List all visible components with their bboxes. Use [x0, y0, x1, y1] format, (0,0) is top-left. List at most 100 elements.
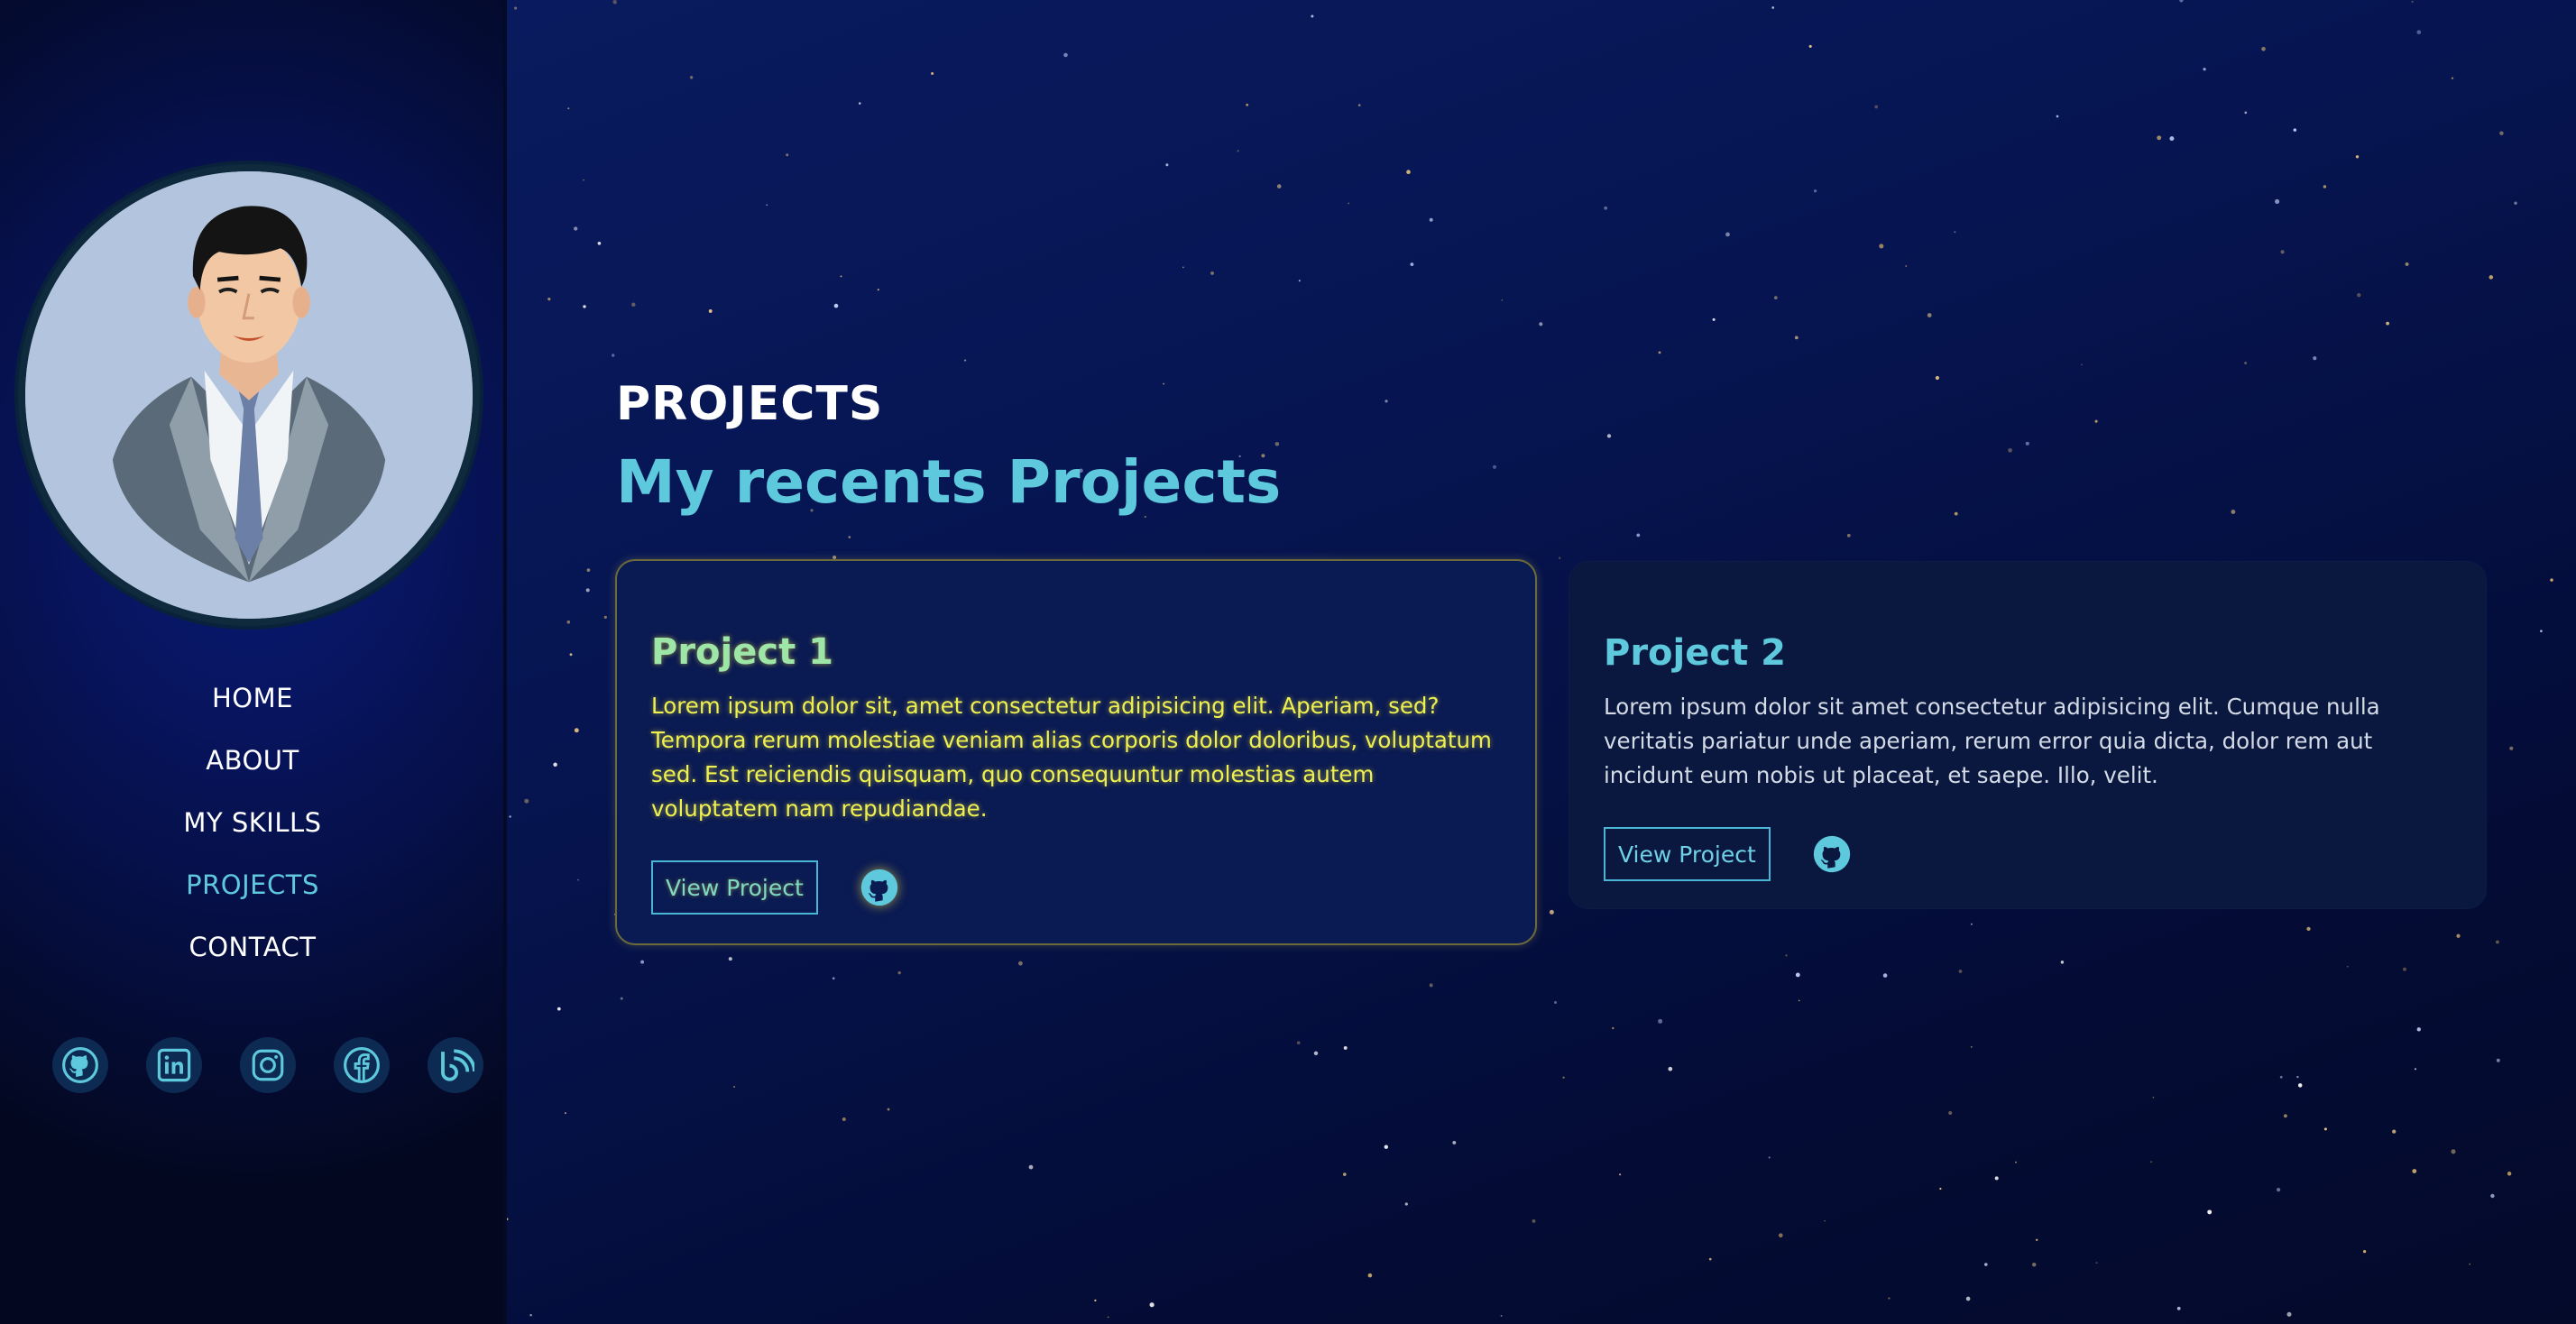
main-nav: HOME ABOUT MY SKILLS PROJECTS CONTACT	[0, 667, 505, 979]
star	[689, 76, 694, 79]
star	[708, 308, 713, 313]
star	[2150, 1161, 2153, 1163]
project-actions: View Project	[1604, 827, 2452, 881]
projects-section: PROJECTS My recents Projects Project 1 L…	[507, 0, 2576, 1324]
blog-link[interactable]	[428, 1037, 483, 1093]
star	[1994, 1176, 1999, 1181]
star	[931, 71, 934, 76]
star	[2416, 30, 2422, 35]
star	[1954, 231, 1956, 234]
avatar	[18, 164, 480, 626]
star	[2347, 965, 2349, 968]
star	[1539, 322, 1543, 326]
star	[2489, 275, 2494, 280]
view-project-button[interactable]: View Project	[1604, 827, 1771, 881]
star	[1927, 313, 1932, 317]
star	[1905, 265, 1908, 267]
star	[524, 798, 529, 804]
star	[1619, 1173, 1622, 1176]
star	[2490, 1193, 2495, 1199]
star	[1149, 1302, 1155, 1308]
star	[887, 1108, 890, 1111]
star	[1874, 105, 1879, 109]
star	[897, 970, 901, 975]
star	[2405, 262, 2409, 266]
star	[2362, 1249, 2367, 1254]
star	[2207, 1209, 2213, 1215]
star	[1274, 441, 1280, 446]
github-icon[interactable]	[860, 868, 899, 907]
star	[1712, 317, 1716, 321]
github-icon[interactable]	[1812, 834, 1852, 874]
facebook-link[interactable]	[334, 1037, 390, 1093]
star	[564, 1112, 566, 1115]
star	[612, 354, 615, 357]
star	[1410, 262, 1414, 266]
star	[2296, 1075, 2299, 1079]
star	[631, 302, 636, 308]
star	[1824, 1219, 1826, 1222]
star	[833, 303, 839, 308]
project-title: Project 1	[651, 631, 833, 673]
star	[2355, 155, 2360, 159]
nav-item-home[interactable]: HOME	[0, 667, 505, 730]
star	[1163, 382, 1165, 385]
view-project-button[interactable]: View Project	[651, 860, 818, 915]
nav-item-skills[interactable]: MY SKILLS	[0, 792, 505, 854]
star	[567, 107, 570, 110]
star	[1768, 1156, 1771, 1159]
star	[1935, 375, 1939, 381]
star	[1313, 1051, 1319, 1056]
nav-item-contact[interactable]: CONTACT	[0, 916, 505, 979]
star	[583, 305, 586, 308]
star	[1798, 999, 1800, 1002]
star	[2094, 419, 2098, 423]
star	[2456, 933, 2461, 938]
star	[1532, 1218, 1536, 1223]
github-link[interactable]	[52, 1037, 108, 1093]
star	[1406, 170, 1411, 174]
star	[2275, 198, 2280, 204]
star	[2056, 115, 2059, 118]
star	[733, 1085, 736, 1089]
star	[2306, 926, 2311, 932]
star	[840, 275, 842, 278]
star	[603, 615, 607, 620]
star	[1612, 1026, 1615, 1030]
star	[1808, 44, 1812, 48]
star	[1165, 163, 1169, 167]
star	[577, 878, 579, 881]
star	[2081, 363, 2083, 366]
star	[2157, 135, 2162, 141]
star	[2451, 1149, 2456, 1154]
star	[2035, 1238, 2038, 1242]
star	[1879, 244, 1884, 249]
star	[1958, 970, 1963, 973]
star	[2496, 1058, 2500, 1062]
instagram-link[interactable]	[240, 1037, 296, 1093]
star	[1708, 1257, 1712, 1261]
star	[2286, 1311, 2292, 1317]
star	[2540, 630, 2543, 632]
star	[1785, 954, 1788, 957]
star	[529, 1314, 532, 1317]
star	[2280, 250, 2285, 254]
nav-item-projects[interactable]: PROJECTS	[0, 854, 505, 916]
star	[2514, 201, 2517, 205]
star	[2179, 0, 2184, 3]
star	[1343, 1045, 1348, 1050]
instagram-icon	[252, 1049, 284, 1081]
star	[2411, 0, 2414, 3]
star	[1018, 961, 1023, 966]
star	[1794, 336, 1799, 340]
star	[1246, 103, 1249, 106]
star	[2451, 77, 2454, 79]
linkedin-link[interactable]	[146, 1037, 202, 1093]
star	[507, 1218, 509, 1221]
star	[1948, 1111, 1953, 1115]
nav-item-about[interactable]: ABOUT	[0, 730, 505, 792]
star	[1970, 1045, 1973, 1048]
star	[2203, 68, 2206, 71]
star	[1658, 1018, 1663, 1024]
social-links	[52, 1037, 483, 1093]
